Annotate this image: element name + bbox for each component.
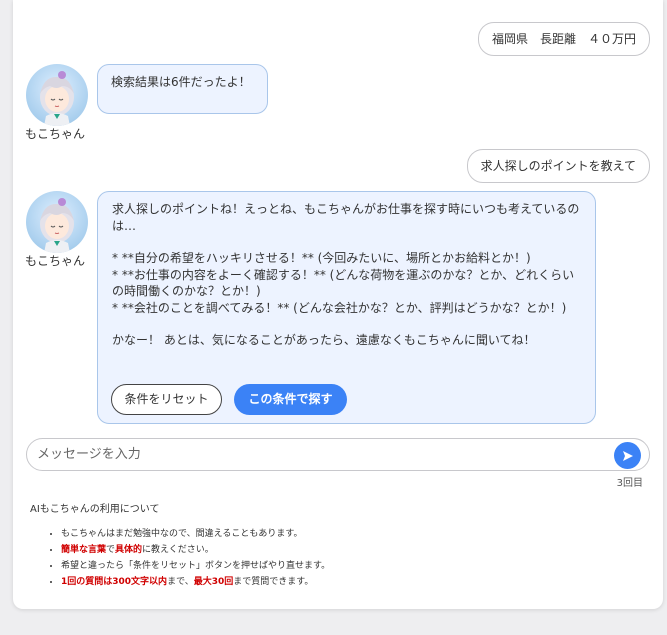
user-message: 求人探しのポイントを教えて — [466, 149, 650, 183]
question-counter: 3回目 — [616, 478, 643, 489]
mokochan-avatar-icon — [40, 198, 74, 253]
send-icon — [622, 450, 633, 461]
bot-avatar — [26, 191, 88, 253]
note-item: 希望と違ったら「条件をリセット」ボタンを押せばやり直せます。 — [61, 558, 330, 574]
usage-notes: もこちゃんはまだ勉強中なので、間違えることもあります。 簡単な言葉で具体的に教え… — [61, 526, 330, 590]
note-emphasis: 具体的 — [115, 545, 143, 555]
message-outro: かなー！ あとは、気になることがあったら、遠慮なくもこちゃんに聞いてね！ — [112, 333, 536, 347]
note-text: 希望と違ったら「条件をリセット」ボタンを押せばやり直せます。 — [61, 561, 331, 571]
note-item: 1回の質問は300文字以内まで、最大30回まで質問できます。 — [61, 574, 330, 590]
note-text: もこちゃんはまだ勉強中なので、間違えることもあります。 — [61, 529, 303, 539]
note-text: まで、 — [167, 577, 194, 587]
message-input-box — [26, 438, 650, 471]
bot-message: 検索結果は6件だったよ！ — [97, 64, 268, 114]
note-text: で — [106, 545, 116, 555]
mokochan-avatar-icon — [40, 71, 74, 126]
message-point: * **会社のことを調べてみる！** (どんな会社かな？とか、評判はどうかな？と… — [112, 300, 567, 315]
bot-name: もこちゃん — [25, 254, 86, 268]
message-intro: 求人探しのポイントね！えっとね、もこちゃんがお仕事を探す時にいつも考えているのは… — [112, 202, 580, 233]
note-emphasis: 1回の質問は300文字以内 — [61, 577, 168, 587]
note-item: もこちゃんはまだ勉強中なので、間違えることもあります。 — [61, 526, 330, 542]
message-point: * **お仕事の内容をよーく確認する！** (どんな荷物を運ぶのかな？とか、どれ… — [112, 267, 575, 299]
message-point: * **自分の希望をハッキリさせる！** (今回みたいに、場所とかお給料とか！) — [112, 251, 531, 265]
notes-title: AIもこちゃんの利用について — [30, 504, 160, 515]
note-emphasis: 簡単な言葉 — [61, 545, 107, 555]
bot-avatar — [26, 64, 88, 126]
send-button[interactable] — [614, 442, 641, 469]
user-message: 福岡県 長距離 ４０万円 — [477, 22, 650, 56]
note-item: 簡単な言葉で具体的に教えください。 — [61, 542, 330, 558]
message-input[interactable] — [37, 439, 607, 470]
chat-panel: 福岡県 長距離 ４０万円 もこちゃん 検索結果は6件だったよ！ 求人探しのポイン… — [13, 0, 663, 609]
note-text: に教えください。 — [142, 545, 214, 555]
search-with-conditions-button[interactable]: この条件で探す — [234, 384, 347, 415]
bot-message: 求人探しのポイントね！えっとね、もこちゃんがお仕事を探す時にいつも考えているのは… — [97, 191, 596, 424]
note-emphasis: 最大30回 — [193, 577, 234, 587]
reset-conditions-button[interactable]: 条件をリセット — [111, 384, 222, 415]
note-text: まで質問できます。 — [233, 577, 314, 587]
bot-name: もこちゃん — [25, 127, 86, 141]
